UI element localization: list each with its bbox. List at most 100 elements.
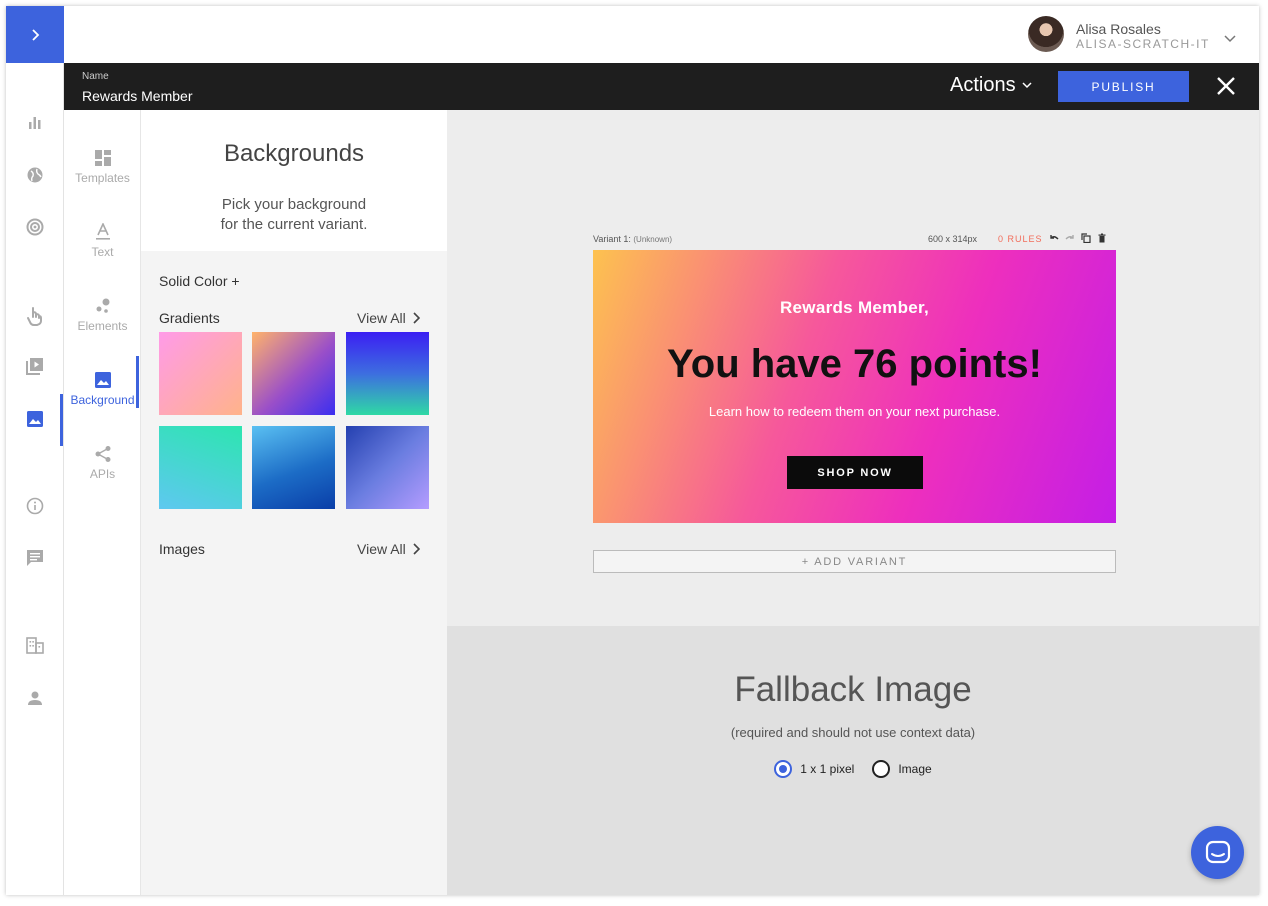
redo-icon[interactable] (1065, 233, 1075, 243)
panel-subtitle-line: Pick your background (221, 196, 367, 213)
rail-organization[interactable] (23, 633, 47, 657)
rail-account[interactable] (23, 686, 47, 710)
panel-subtitle-line: for the current variant. (220, 216, 368, 233)
user-avatar[interactable] (1028, 16, 1064, 52)
variant-rules-link[interactable]: 0 RULES (998, 234, 1043, 244)
variant-context: (Unknown) (633, 235, 673, 244)
option-label: Image (898, 762, 932, 776)
elements-icon (96, 298, 109, 313)
gradient-swatch-mint-sky[interactable] (159, 426, 242, 509)
fallback-option-image[interactable]: Image (872, 760, 932, 778)
fallback-option-pixel[interactable]: 1 x 1 pixel (774, 760, 854, 778)
touch-icon (27, 307, 42, 326)
app-window: Alisa Rosales ALISA-SCRATCH-IT Name Rewa… (6, 6, 1259, 895)
trash-icon[interactable] (1097, 233, 1107, 243)
rail-analytics[interactable] (23, 111, 47, 135)
view-all-label: View All (357, 310, 406, 326)
variant-name: Variant 1: (593, 234, 631, 244)
support-chat-button[interactable] (1191, 826, 1244, 879)
images-label: Images (159, 541, 205, 557)
option-label: 1 x 1 pixel (800, 762, 855, 776)
gradient-swatch-sky-navy[interactable] (252, 426, 335, 509)
images-view-all-link[interactable]: View All (357, 541, 420, 557)
tool-templates[interactable]: Templates (64, 147, 141, 185)
banner-headline[interactable]: You have 76 points! (593, 342, 1116, 387)
tool-background[interactable]: Background (64, 369, 141, 407)
view-all-label: View All (357, 541, 406, 557)
panel-subtitle: Pick your background for the current var… (141, 195, 447, 235)
banner-greeting[interactable]: Rewards Member, (593, 298, 1116, 318)
add-variant-button[interactable]: + ADD VARIANT (593, 550, 1116, 573)
tool-label: APIs (89, 467, 116, 481)
target-icon (26, 218, 44, 236)
close-editor-button[interactable] (1214, 74, 1238, 98)
experience-name[interactable]: Rewards Member (82, 88, 192, 104)
expand-sidebar-button[interactable] (6, 6, 64, 63)
tool-apis[interactable]: APIs (64, 443, 141, 481)
actions-label: Actions (950, 74, 1016, 96)
bar-chart-icon (29, 117, 41, 129)
gradients-label: Gradients (159, 310, 220, 326)
banner-subline[interactable]: Learn how to redeem them on your next pu… (593, 404, 1116, 419)
fallback-title: Fallback Image (734, 670, 972, 709)
solid-color-option[interactable]: Solid Color + (159, 273, 240, 289)
actions-menu[interactable]: Actions (950, 74, 1032, 97)
chevron-right-icon (413, 312, 420, 324)
close-icon (1217, 77, 1235, 95)
image-icon (27, 411, 43, 427)
top-header: Alisa Rosales ALISA-SCRATCH-IT (64, 6, 1259, 63)
fallback-section: Fallback Image (required and should not … (447, 626, 1259, 895)
tool-active-indicator (136, 356, 139, 408)
radio-selected[interactable] (774, 760, 793, 778)
info-icon (26, 497, 44, 515)
rail-image-active[interactable] (23, 407, 47, 431)
tool-elements[interactable]: Elements (64, 295, 141, 333)
templates-icon (94, 150, 111, 166)
editor-canvas: Variant 1: (Unknown) 600 x 314px 0 RULES… (447, 110, 1259, 626)
tool-label: Templates (75, 171, 130, 185)
rail-info[interactable] (23, 494, 47, 518)
banner-shop-now-button[interactable]: SHOP NOW (787, 456, 923, 489)
panel-title: Backgrounds (223, 140, 365, 167)
rail-media[interactable] (23, 354, 47, 378)
rail-active-indicator (60, 394, 63, 446)
chevron-right-icon (413, 543, 420, 555)
gradient-swatch-indigo-lavender[interactable] (346, 426, 429, 509)
fallback-options: 1 x 1 pixel Image (447, 760, 1259, 778)
fallback-subtitle: (required and should not use context dat… (730, 725, 976, 740)
tool-column: Templates Text Elements Background APIs (64, 110, 141, 895)
user-name: Alisa Rosales (1076, 21, 1161, 37)
chevron-right-icon (32, 28, 40, 41)
video-library-icon (26, 358, 43, 375)
left-rail (6, 6, 64, 895)
rail-touch[interactable] (23, 304, 47, 328)
variant-banner-preview[interactable]: Rewards Member, You have 76 points! Lear… (593, 250, 1116, 523)
globe-icon (27, 167, 43, 183)
user-organization: ALISA-SCRATCH-IT (1076, 37, 1210, 51)
person-icon (28, 691, 42, 705)
image-icon (94, 372, 111, 388)
publish-button[interactable]: PUBLISH (1058, 71, 1189, 102)
chevron-down-icon (1224, 35, 1236, 43)
variant-toolbar (1049, 233, 1107, 243)
gradient-swatch-orange-purple[interactable] (252, 332, 335, 415)
gradient-swatch-blue-teal[interactable] (346, 332, 429, 415)
rail-feedback[interactable] (23, 546, 47, 570)
undo-icon[interactable] (1049, 233, 1059, 243)
rail-globe[interactable] (23, 163, 47, 187)
share-icon (95, 446, 110, 462)
editor-bar: Name Rewards Member Actions PUBLISH (64, 63, 1259, 110)
building-icon (26, 637, 44, 654)
tool-text[interactable]: Text (64, 221, 141, 259)
rail-target[interactable] (23, 215, 47, 239)
chat-icon (1205, 840, 1230, 863)
gradients-view-all-link[interactable]: View All (357, 310, 420, 326)
gradient-swatch-pink-peach[interactable] (159, 332, 242, 415)
radio-unselected[interactable] (872, 760, 891, 778)
copy-icon[interactable] (1081, 233, 1091, 243)
chat-bubble-icon (27, 550, 43, 566)
tool-label: Background (70, 393, 135, 407)
user-menu-toggle[interactable] (1224, 30, 1236, 48)
tool-label: Elements (77, 319, 128, 333)
text-icon (95, 223, 110, 240)
